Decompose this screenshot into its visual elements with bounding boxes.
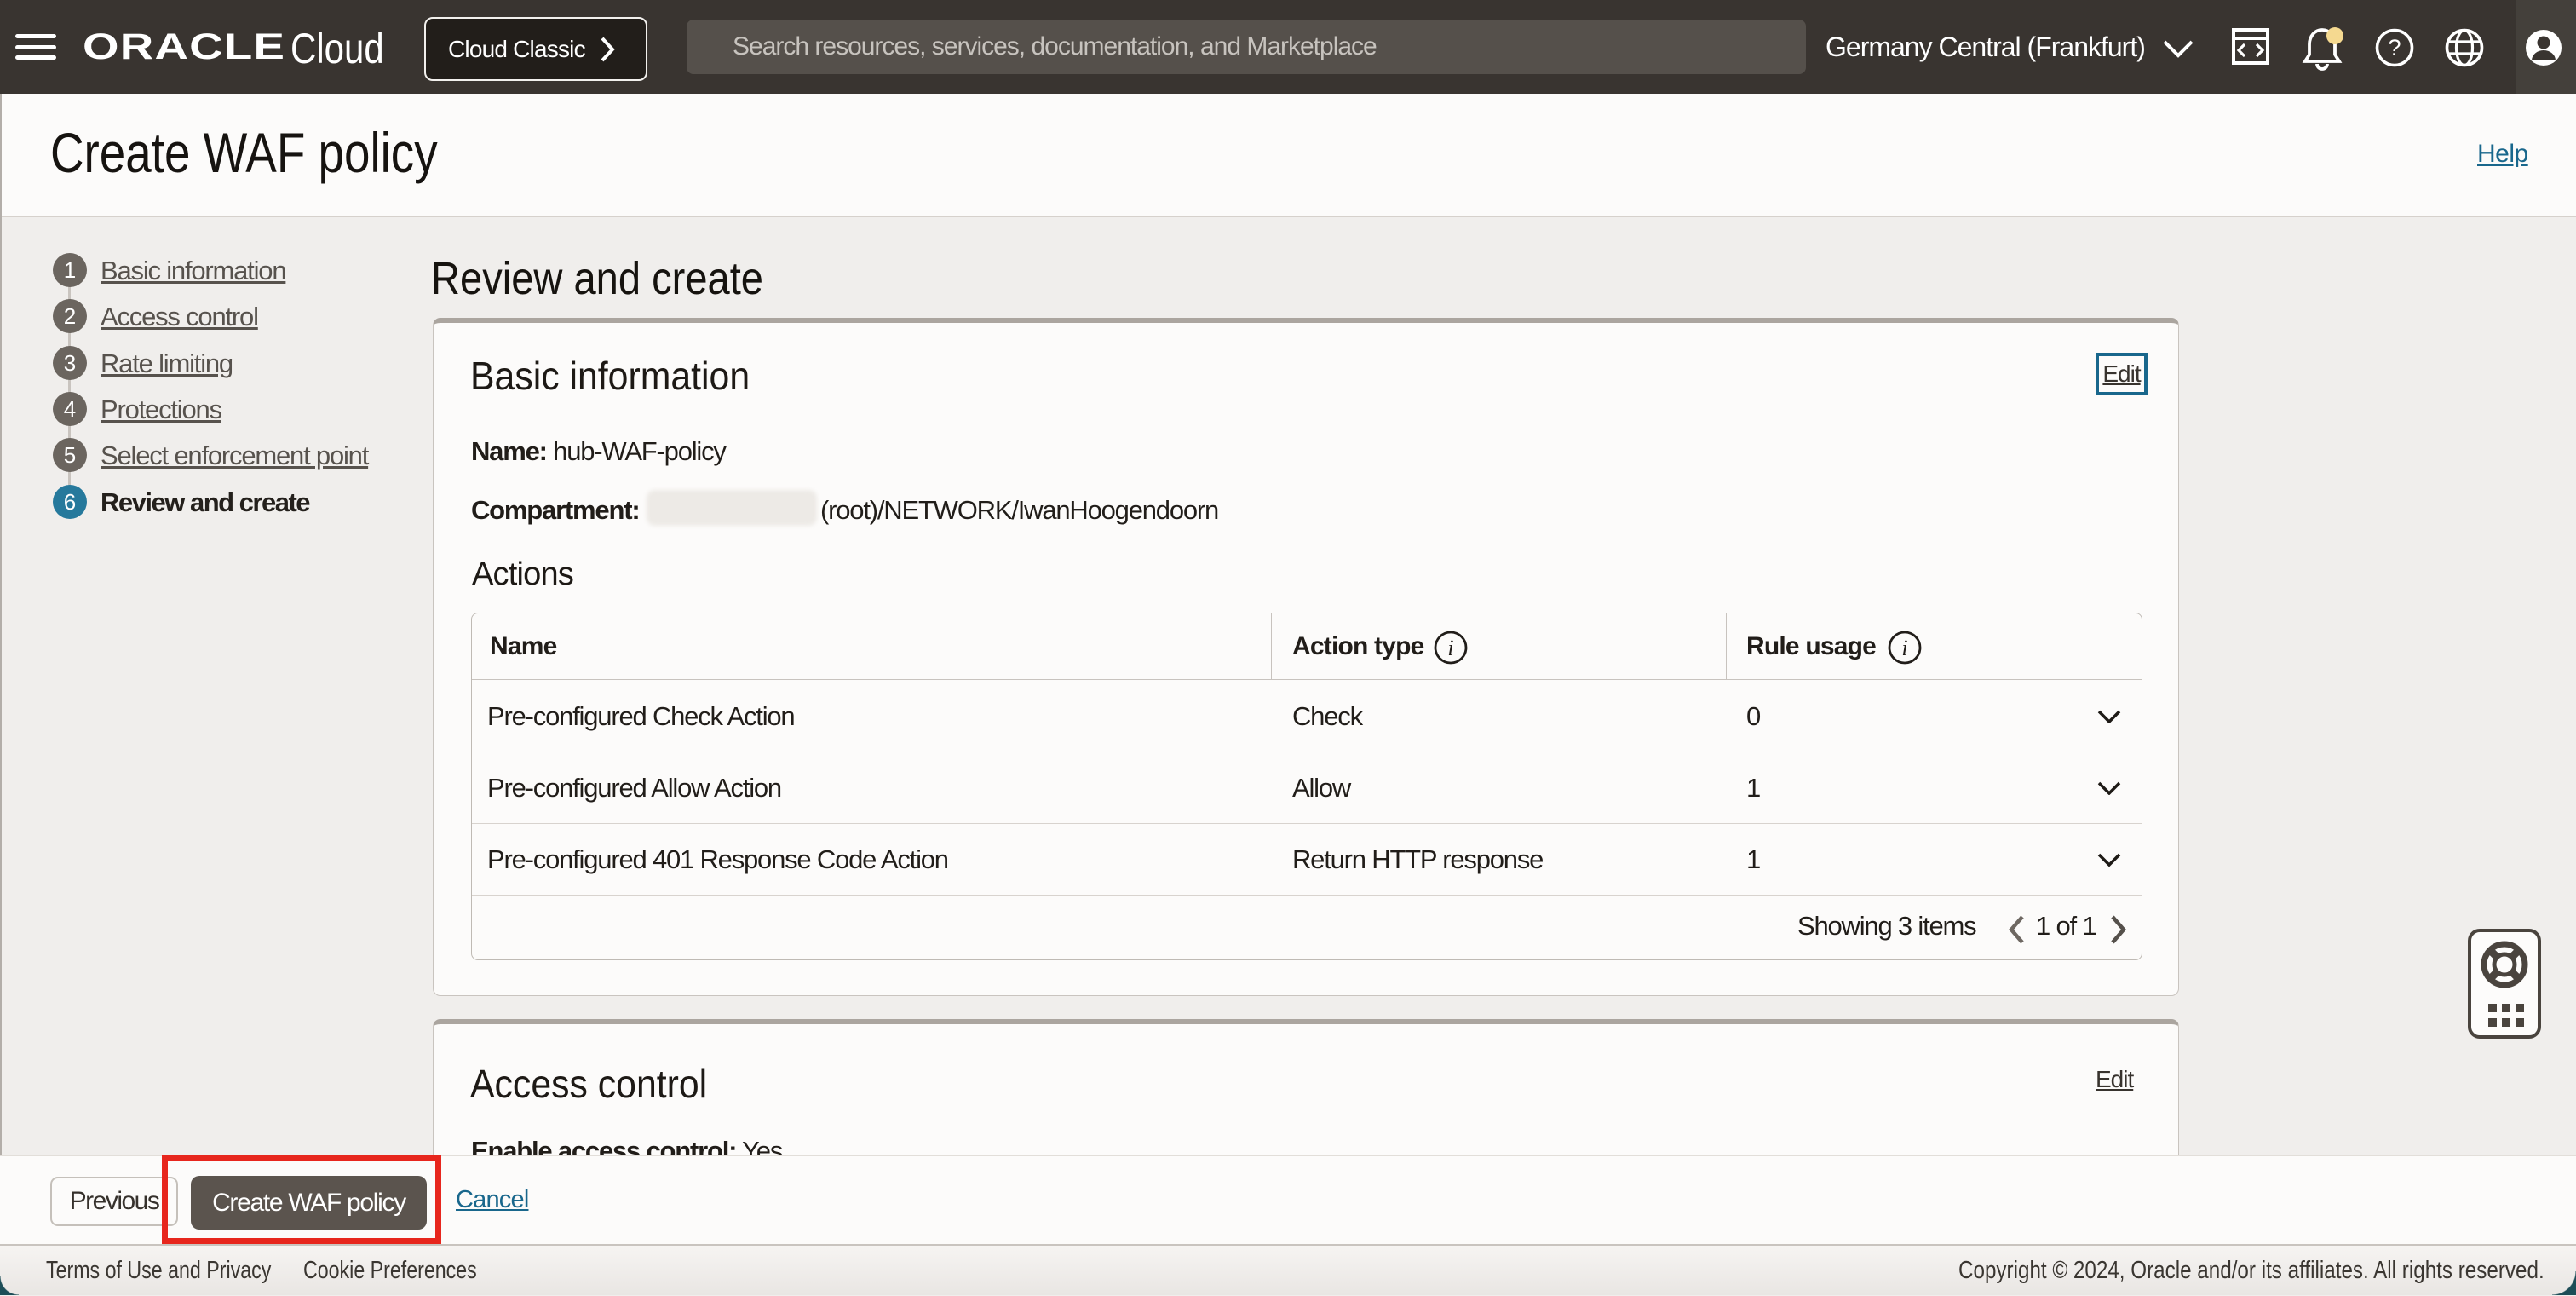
svg-text:i: i xyxy=(1447,636,1453,660)
svg-text:?: ? xyxy=(2388,35,2401,60)
svg-text:i: i xyxy=(1901,636,1907,660)
